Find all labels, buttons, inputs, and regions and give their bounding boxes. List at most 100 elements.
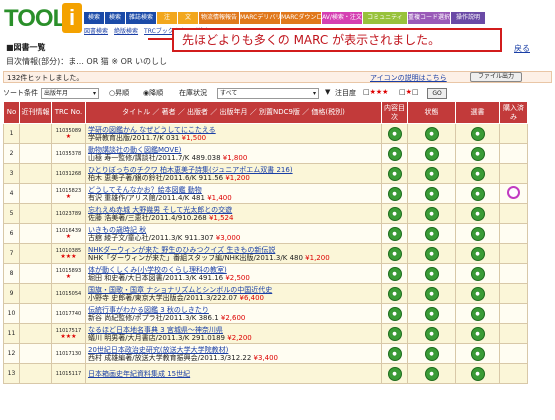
sentaku-icon[interactable]: ● (470, 226, 485, 241)
sort-select[interactable]: 出版年月 ▾ (41, 88, 99, 99)
jokyo-icon[interactable]: ● (424, 346, 439, 361)
col-no[interactable]: No (3, 101, 20, 124)
stock-select[interactable]: すべて ▾ (217, 88, 319, 99)
naiyo-icon[interactable]: ● (387, 226, 402, 241)
result-table: No 近刊情報 TRC No. タイトル ／ 著者 ／ 出版者 ／ 出版年月 ／… (3, 101, 528, 384)
book-title-link[interactable]: 動物講談社の動く図鑑MOVE) (88, 146, 381, 154)
sentaku-icon[interactable]: ● (470, 366, 485, 381)
back-link[interactable]: 戻る (514, 43, 530, 54)
icon-legend-link[interactable]: アイコンの説明はこちら (370, 73, 447, 83)
book-title-link[interactable]: 伝統行事がわかる図鑑 3 秋のしきたり (88, 306, 381, 314)
nav-tab[interactable]: 操作説明 (451, 12, 485, 24)
naiyo-icon[interactable]: ● (387, 286, 402, 301)
logo-i-mark: i (62, 3, 82, 33)
table-row: 3 11031268 ひとりぼっちのチクワ 柏木恵美子詩集(ジュニアポエム双書 21… (3, 163, 528, 184)
jokyo-icon[interactable]: ● (424, 366, 439, 381)
desc-radio[interactable]: ◉降順 (143, 88, 163, 98)
naiyo-icon[interactable]: ● (387, 366, 402, 381)
jokyo-icon[interactable]: ● (424, 286, 439, 301)
col-trc[interactable]: TRC No. (51, 101, 86, 124)
sentaku-icon[interactable]: ● (470, 206, 485, 221)
sentaku-icon[interactable]: ● (470, 246, 485, 261)
naiyo-icon[interactable]: ● (387, 186, 402, 201)
naiyo-icon[interactable]: ● (387, 346, 402, 361)
nav-tab[interactable]: 文 (178, 12, 198, 24)
trc-number[interactable]: 11035378 (53, 151, 85, 157)
trc-number[interactable]: 11017740 (53, 311, 85, 317)
sentaku-icon[interactable]: ● (470, 166, 485, 181)
book-title-link[interactable]: 学研の図鑑かん なぜどうしてにこたえる (88, 126, 381, 134)
row-sentaku: ● (455, 343, 500, 364)
asc-radio[interactable]: ○昇順 (109, 88, 129, 98)
jokyo-icon[interactable]: ● (424, 146, 439, 161)
sentaku-icon[interactable]: ● (470, 186, 485, 201)
jokyo-icon[interactable]: ● (424, 246, 439, 261)
sentaku-icon[interactable]: ● (470, 126, 485, 141)
sentaku-icon[interactable]: ● (470, 306, 485, 321)
jokyo-icon[interactable]: ● (424, 186, 439, 201)
col-kinkan[interactable]: 近刊情報 (19, 101, 52, 124)
tooli-logo[interactable]: TOOL i (4, 3, 82, 33)
trc-number[interactable]: 11031268 (53, 171, 85, 177)
trc-number[interactable]: 11017130 (53, 351, 85, 357)
jokyo-icon[interactable]: ● (424, 206, 439, 221)
trc-number[interactable]: 11023789 (53, 211, 85, 217)
row-no: 8 (3, 263, 20, 284)
book-title-link[interactable]: 20世紀日本政治史研究(放送大学大学院教材) (88, 346, 381, 354)
col-title[interactable]: タイトル ／ 著者 ／ 出版者 ／ 出版年月 ／ 別置NDC9版 ／ 価格(税別… (85, 101, 382, 124)
jokyo-icon[interactable]: ● (424, 266, 439, 281)
jokyo-icon[interactable]: ● (424, 326, 439, 341)
row-jokyo: ● (407, 323, 456, 344)
naiyo-icon[interactable]: ● (387, 306, 402, 321)
attention-stars: ★★★ (60, 252, 77, 260)
nav-tab[interactable]: 検索 (84, 12, 104, 24)
book-title-link[interactable]: 日本箱画史年紀資料集成 15世紀 (88, 370, 381, 378)
book-meta: NHK「ダーウィンが来た」番組スタッフ編/NHK出版/2011.3/K 480 … (88, 254, 381, 262)
book-title-link[interactable]: 国旗・国歌・国章 ナショナリズムとシンボルの中国近代史 (88, 286, 381, 294)
naiyo-icon[interactable]: ● (387, 266, 402, 281)
book-title-link[interactable]: ひとりぼっちのチクワ 柏木恵美子詩集(ジュニアポエム双書 216) (88, 166, 381, 174)
book-title-link[interactable]: どうしてそんなかお？絵本図鑑 動物 (88, 186, 381, 194)
naiyo-icon[interactable]: ● (387, 146, 402, 161)
nav-tab[interactable]: MARCダウンロード (281, 12, 321, 24)
nav-tab[interactable]: MARCデリバリ (240, 12, 280, 24)
nav-tab[interactable]: AV/検索・注文 (322, 12, 362, 24)
sentaku-icon[interactable]: ● (470, 146, 485, 161)
subnav-link[interactable]: 図書検索 (84, 26, 108, 35)
purchased-icon[interactable] (507, 186, 520, 199)
nav-tab[interactable]: 重複コード選択 (408, 12, 450, 24)
jokyo-icon[interactable]: ● (424, 126, 439, 141)
sentaku-icon[interactable]: ● (470, 346, 485, 361)
book-title-link[interactable]: なるほど日本地名事典 3 宮城県～神奈川県 (88, 326, 381, 334)
star-3-icon: ★★★ (369, 88, 389, 96)
naiyo-icon[interactable]: ● (387, 206, 402, 221)
file-output-button[interactable]: ファイル出力 (470, 72, 522, 82)
nav-tab[interactable]: コミュニティ (363, 12, 407, 24)
naiyo-icon[interactable]: ● (387, 126, 402, 141)
sentaku-icon[interactable]: ● (470, 286, 485, 301)
sentaku-icon[interactable]: ● (470, 266, 485, 281)
go-button[interactable]: GO (427, 88, 447, 99)
nav-tab[interactable]: 検索 (105, 12, 125, 24)
row-konyu (499, 223, 528, 244)
book-title-link[interactable]: 忘れえぬ赤城 大野幾男 そして光太郎との交遊 (88, 206, 381, 214)
naiyo-icon[interactable]: ● (387, 326, 402, 341)
book-title-link[interactable]: 体が動くしくみ(小学校のくらし理科の教室) (88, 266, 381, 274)
nav-tab[interactable]: 雑誌検索 (126, 12, 156, 24)
jokyo-icon[interactable]: ● (424, 306, 439, 321)
attention-checkbox-3[interactable]: □★★★ (363, 88, 388, 96)
trc-number[interactable]: 11015117 (53, 371, 85, 377)
jokyo-icon[interactable]: ● (424, 226, 439, 241)
book-info: 蟻川 明男著/大月書店/2011.3/K 291.0189 (88, 333, 228, 342)
jokyo-icon[interactable]: ● (424, 166, 439, 181)
book-title-link[interactable]: いきもの歳時記 秋 (88, 226, 381, 234)
naiyo-icon[interactable]: ● (387, 166, 402, 181)
book-title-link[interactable]: NHKダーウィンが来た 野生のひみつクイズ 生きもの新伝説 (88, 246, 381, 254)
naiyo-icon[interactable]: ● (387, 246, 402, 261)
subnav-link[interactable]: 絶版検索 (114, 26, 138, 35)
sentaku-icon[interactable]: ● (470, 326, 485, 341)
trc-number[interactable]: 11015054 (53, 291, 85, 297)
attention-checkbox-1[interactable]: □★□ (399, 88, 419, 96)
nav-tab[interactable]: 物流情報報告 (199, 12, 239, 24)
nav-tab[interactable]: 注 (157, 12, 177, 24)
